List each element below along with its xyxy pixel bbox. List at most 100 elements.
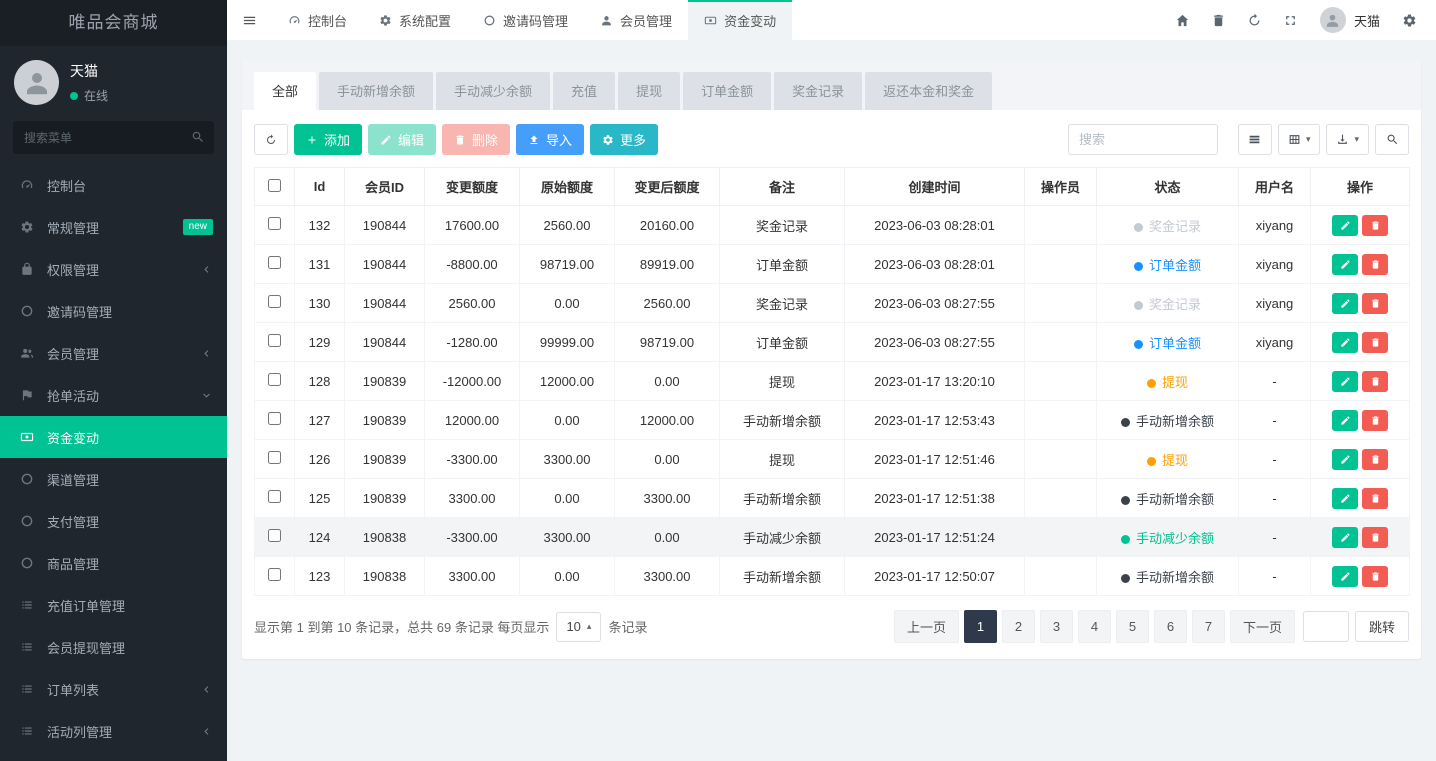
top-tab-member[interactable]: 会员管理 xyxy=(584,0,688,40)
row-checkbox[interactable] xyxy=(268,490,281,503)
filter-tab-withdraw[interactable]: 提现 xyxy=(618,72,680,110)
row-checkbox[interactable] xyxy=(268,529,281,542)
edit-row-button[interactable] xyxy=(1332,371,1358,392)
column-header[interactable]: 创建时间 xyxy=(845,168,1025,206)
page-button-3[interactable]: 3 xyxy=(1040,610,1073,643)
row-checkbox[interactable] xyxy=(268,334,281,347)
row-checkbox[interactable] xyxy=(268,256,281,269)
table-row[interactable]: 126190839-3300.003300.000.00提现2023-01-17… xyxy=(255,440,1410,479)
top-tab-system[interactable]: 系统配置 xyxy=(363,0,467,40)
delete-row-button[interactable] xyxy=(1362,449,1388,470)
toggle-view-button[interactable] xyxy=(1238,124,1272,155)
column-header[interactable]: 操作员 xyxy=(1025,168,1097,206)
table-row[interactable]: 124190838-3300.003300.000.00手动减少余额2023-0… xyxy=(255,518,1410,557)
column-header[interactable]: 备注 xyxy=(720,168,845,206)
page-button-1[interactable]: 1 xyxy=(964,610,997,643)
jump-button[interactable]: 跳转 xyxy=(1355,611,1409,642)
edit-row-button[interactable] xyxy=(1332,527,1358,548)
table-row[interactable]: 1301908442560.000.002560.00奖金记录2023-06-0… xyxy=(255,284,1410,323)
page-button-7[interactable]: 7 xyxy=(1192,610,1225,643)
export-button[interactable]: ▾ xyxy=(1326,124,1369,155)
sidebar-item-general[interactable]: 常规管理new xyxy=(0,206,227,248)
edit-row-button[interactable] xyxy=(1332,215,1358,236)
row-checkbox[interactable] xyxy=(268,217,281,230)
row-checkbox[interactable] xyxy=(268,373,281,386)
sidebar-item-member[interactable]: 会员管理 xyxy=(0,332,227,374)
edit-row-button[interactable] xyxy=(1332,254,1358,275)
filter-tab-return[interactable]: 返还本金和奖金 xyxy=(865,72,992,110)
row-checkbox[interactable] xyxy=(268,568,281,581)
select-all-checkbox[interactable] xyxy=(268,179,281,192)
sidebar-search-input[interactable] xyxy=(13,121,214,154)
delete-row-button[interactable] xyxy=(1362,215,1388,236)
row-checkbox[interactable] xyxy=(268,295,281,308)
delete-row-button[interactable] xyxy=(1362,293,1388,314)
delete-row-button[interactable] xyxy=(1362,254,1388,275)
table-row[interactable]: 128190839-12000.0012000.000.00提现2023-01-… xyxy=(255,362,1410,401)
column-header[interactable]: 用户名 xyxy=(1239,168,1311,206)
row-checkbox[interactable] xyxy=(268,451,281,464)
table-row[interactable]: 12719083912000.000.0012000.00手动新增余额2023-… xyxy=(255,401,1410,440)
sidebar-item-orders[interactable]: 订单列表 xyxy=(0,668,227,710)
filter-tab-order-amount[interactable]: 订单金额 xyxy=(683,72,771,110)
column-header[interactable]: 会员ID xyxy=(345,168,425,206)
table-row[interactable]: 1231908383300.000.003300.00手动新增余额2023-01… xyxy=(255,557,1410,596)
edit-row-button[interactable] xyxy=(1332,449,1358,470)
prev-page-button[interactable]: 上一页 xyxy=(894,610,959,643)
column-header[interactable]: 状态 xyxy=(1097,168,1239,206)
refresh-icon[interactable] xyxy=(1238,0,1272,40)
page-button-6[interactable]: 6 xyxy=(1154,610,1187,643)
edit-row-button[interactable] xyxy=(1332,488,1358,509)
sidebar-item-goods[interactable]: 商品管理 xyxy=(0,542,227,584)
sidebar-item-activity[interactable]: 活动列管理 xyxy=(0,710,227,752)
top-tab-console[interactable]: 控制台 xyxy=(272,0,363,40)
delete-row-button[interactable] xyxy=(1362,527,1388,548)
next-page-button[interactable]: 下一页 xyxy=(1230,610,1295,643)
columns-button[interactable]: ▾ xyxy=(1278,124,1321,155)
fullscreen-icon[interactable] xyxy=(1274,0,1308,40)
top-tab-invite[interactable]: 邀请码管理 xyxy=(467,0,584,40)
delete-row-button[interactable] xyxy=(1362,332,1388,353)
delete-row-button[interactable] xyxy=(1362,566,1388,587)
edit-row-button[interactable] xyxy=(1332,410,1358,431)
column-header[interactable]: 变更额度 xyxy=(425,168,520,206)
column-header[interactable]: Id xyxy=(295,168,345,206)
row-checkbox[interactable] xyxy=(268,412,281,425)
filter-tab-all[interactable]: 全部 xyxy=(254,72,316,110)
sidebar-item-permission[interactable]: 权限管理 xyxy=(0,248,227,290)
table-row[interactable]: 13219084417600.002560.0020160.00奖金记录2023… xyxy=(255,206,1410,245)
sidebar-item-payment[interactable]: 支付管理 xyxy=(0,500,227,542)
import-button[interactable]: 导入 xyxy=(516,124,584,155)
sidebar-item-funds[interactable]: 资金变动 xyxy=(0,416,227,458)
clear-cache-icon[interactable] xyxy=(1202,0,1236,40)
search-toggle-button[interactable] xyxy=(1375,124,1409,155)
column-header[interactable]: 操作 xyxy=(1311,168,1410,206)
edit-row-button[interactable] xyxy=(1332,566,1358,587)
table-search-input[interactable] xyxy=(1068,124,1218,155)
filter-tab-bonus[interactable]: 奖金记录 xyxy=(774,72,862,110)
column-header[interactable]: 变更后额度 xyxy=(615,168,720,206)
delete-row-button[interactable] xyxy=(1362,488,1388,509)
topbar-user[interactable]: 天猫 xyxy=(1310,7,1390,33)
menu-toggle-icon[interactable] xyxy=(227,0,272,40)
sidebar-item-console[interactable]: 控制台 xyxy=(0,164,227,206)
page-size-dropdown[interactable]: 10▴ xyxy=(556,612,601,642)
edit-row-button[interactable] xyxy=(1332,293,1358,314)
sidebar-item-channel[interactable]: 渠道管理 xyxy=(0,458,227,500)
top-tab-funds[interactable]: 资金变动 xyxy=(688,0,792,40)
more-button[interactable]: 更多 xyxy=(590,124,658,155)
page-button-5[interactable]: 5 xyxy=(1116,610,1149,643)
table-row[interactable]: 1251908393300.000.003300.00手动新增余额2023-01… xyxy=(255,479,1410,518)
filter-tab-manual-add[interactable]: 手动新增余额 xyxy=(319,72,433,110)
page-button-4[interactable]: 4 xyxy=(1078,610,1111,643)
home-icon[interactable] xyxy=(1166,0,1200,40)
filter-tab-recharge[interactable]: 充值 xyxy=(553,72,615,110)
page-button-2[interactable]: 2 xyxy=(1002,610,1035,643)
filter-tab-manual-reduce[interactable]: 手动减少余额 xyxy=(436,72,550,110)
sidebar-item-invite[interactable]: 邀请码管理 xyxy=(0,290,227,332)
table-row[interactable]: 131190844-8800.0098719.0089919.00订单金额202… xyxy=(255,245,1410,284)
edit-row-button[interactable] xyxy=(1332,332,1358,353)
delete-row-button[interactable] xyxy=(1362,410,1388,431)
edit-button[interactable]: 编辑 xyxy=(368,124,436,155)
delete-button[interactable]: 删除 xyxy=(442,124,510,155)
